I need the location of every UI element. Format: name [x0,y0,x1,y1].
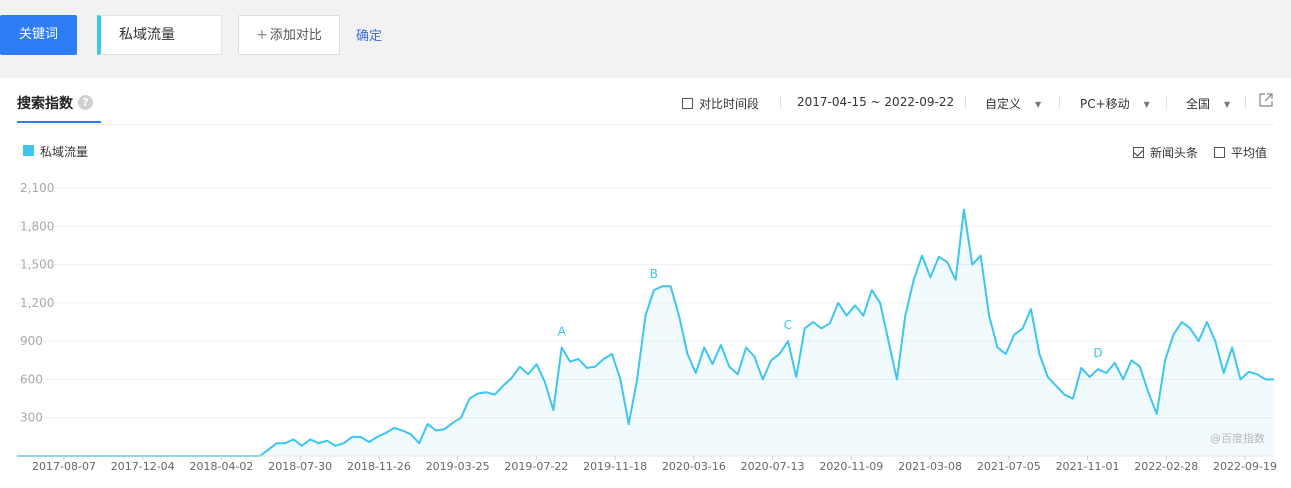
checkbox-checked-icon [1133,147,1144,158]
region-dropdown[interactable]: 全国 ▼ [1186,95,1230,112]
export-icon[interactable] [1259,93,1273,107]
y-tick-label: 1,800 [20,219,54,233]
x-tick-label: 2021-03-08 [898,460,962,473]
x-tick-label: 2022-02-28 [1134,460,1198,473]
x-tick-label: 2021-11-01 [1056,460,1120,473]
x-tick-label: 2020-11-09 [819,460,883,473]
device-dropdown[interactable]: PC+移动 ▼ [1080,95,1150,112]
caret-down-icon: ▼ [1224,100,1231,109]
x-tick-label: 2021-07-05 [977,460,1041,473]
region-label: 全国 [1186,97,1211,111]
compare-period-checkbox[interactable]: 对比时间段 [682,95,759,112]
x-tick-label: 2020-07-13 [741,460,805,473]
confirm-link[interactable]: 确定 [356,25,382,44]
x-tick-label: 2019-11-18 [583,460,647,473]
series-area [17,209,1274,456]
y-tick-label: 600 [20,372,43,386]
x-tick-label: 2018-11-26 [347,460,411,473]
news-annotation-b[interactable]: B [650,267,658,281]
y-tick-label: 1,200 [20,296,54,310]
add-compare-button[interactable]: + 添加对比 [238,15,340,55]
x-tick-label: 2019-07-22 [504,460,568,473]
trend-chart: 2,100 1,800 1,500 1,200 900 600 300 2017-08-07… [17,181,1277,473]
keyword-button[interactable]: 关键词 [0,15,77,55]
plus-icon: + [256,27,268,43]
caret-down-icon: ▼ [1143,100,1150,109]
checkbox-icon [682,98,693,109]
help-icon[interactable]: ? [78,95,93,110]
news-annotation-a[interactable]: A [558,325,567,339]
panel-divider [17,124,1274,125]
divider [1059,95,1060,109]
divider [780,95,781,109]
y-tick-label: 2,100 [20,181,54,195]
y-axis: 2,100 1,800 1,500 1,200 900 600 300 [20,181,54,425]
caret-down-icon: ▼ [1035,100,1042,109]
average-checkbox[interactable]: 平均值 [1214,144,1267,161]
checkbox-icon [1214,147,1225,158]
legend-label: 私域流量 [40,145,89,159]
x-tick-label: 2018-07-30 [268,460,332,473]
search-toolbar: 关键词 私域流量 + 添加对比 确定 [0,0,1291,78]
x-tick-label: 2018-04-02 [189,460,253,473]
device-label: PC+移动 [1080,97,1130,111]
date-range-picker[interactable]: 2017-04-15 ~ 2022-09-22 [797,95,954,109]
x-tick-label: 2019-03-25 [426,460,490,473]
y-tick-label: 900 [20,334,43,348]
active-tab-underline [17,121,101,123]
x-tick-label: 2020-03-16 [662,460,726,473]
y-tick-label: 1,500 [20,258,54,272]
divider [1166,95,1167,109]
keyword-input[interactable]: 私域流量 [97,15,222,55]
compare-period-label: 对比时间段 [699,97,760,111]
y-tick-label: 300 [20,411,43,425]
divider [1245,95,1246,109]
news-headlines-checkbox[interactable]: 新闻头条 [1133,144,1198,161]
divider [965,95,966,109]
x-axis: 2017-08-07 2017-12-04 2018-04-02 2018-07-30… [32,456,1277,473]
watermark: @百度指数 [1210,431,1265,445]
x-tick-label: 2017-12-04 [111,460,175,473]
legend-swatch [23,145,34,156]
news-annotation-c[interactable]: C [784,318,792,332]
average-label: 平均值 [1231,146,1268,160]
panel-title: 搜索指数 [17,96,73,112]
custom-dropdown[interactable]: 自定义 ▼ [985,95,1041,112]
news-headlines-label: 新闻头条 [1150,146,1199,160]
add-compare-label: 添加对比 [269,28,322,43]
x-tick-label: 2017-08-07 [32,460,96,473]
x-tick-label: 2022-09-19 [1213,460,1277,473]
custom-label: 自定义 [985,97,1022,111]
news-annotation-d[interactable]: D [1093,346,1102,360]
